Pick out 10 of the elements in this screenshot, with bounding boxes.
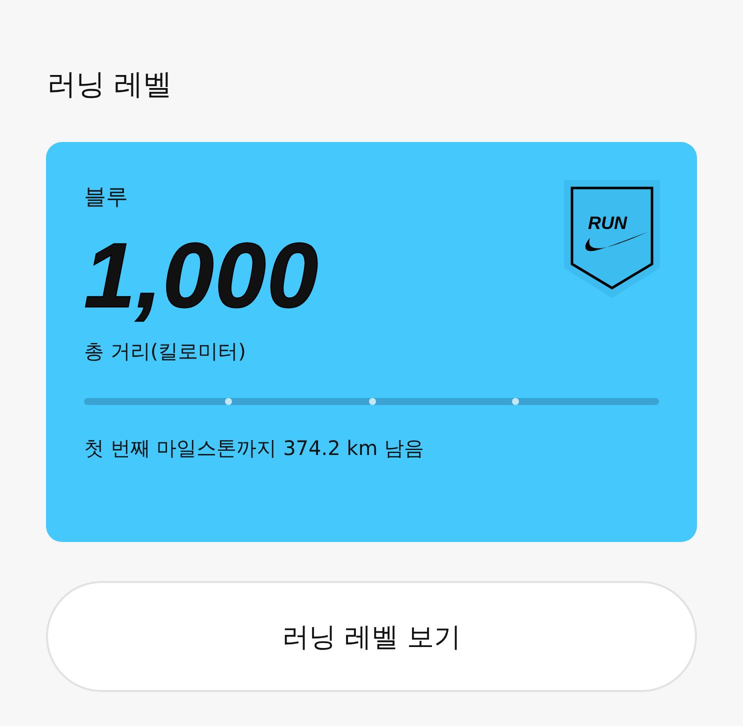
badge-text: RUN bbox=[588, 213, 627, 233]
level-name: 블루 bbox=[84, 184, 128, 212]
section-title: 러닝 레벨 bbox=[47, 66, 174, 103]
milestone-dot bbox=[512, 398, 520, 405]
view-levels-button[interactable]: 러닝 레벨 보기 bbox=[46, 581, 697, 692]
total-distance: 1,000 bbox=[84, 226, 320, 326]
milestone-dot bbox=[224, 398, 232, 405]
distance-label: 총 거리(킬로미터) bbox=[84, 338, 246, 365]
milestone-dot bbox=[368, 398, 376, 405]
remaining-text: 첫 번째 마일스톤까지 374.2 km 남음 bbox=[84, 435, 424, 462]
